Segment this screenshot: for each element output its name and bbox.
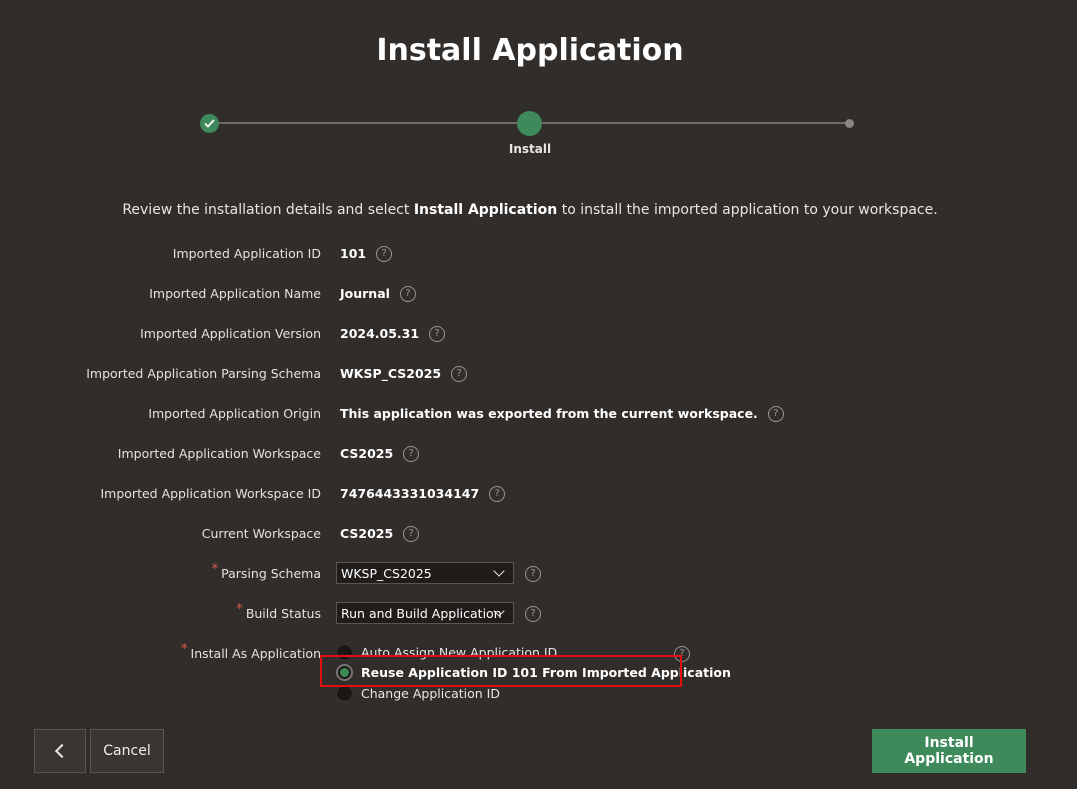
parsing-schema-select[interactable]: WKSP_CS2025: [336, 562, 514, 584]
select-value: WKSP_CS2025: [341, 566, 432, 581]
wizard-step-next: [845, 119, 854, 128]
field-value: 7476443331034147?: [340, 485, 506, 503]
field-value: 2024.05.31?: [340, 325, 446, 343]
field-value: Journal?: [340, 285, 416, 303]
check-icon: [200, 114, 219, 133]
help-icon[interactable]: ?: [767, 405, 784, 422]
page-title: Install Application: [376, 33, 684, 68]
help-icon[interactable]: ?: [403, 445, 420, 462]
highlight-box: [320, 655, 682, 687]
help-icon[interactable]: ?: [403, 525, 420, 542]
help-icon[interactable]: ?: [525, 566, 541, 582]
radio-option-change-id[interactable]: Change Application ID: [336, 684, 696, 704]
radio-button[interactable]: [336, 685, 353, 702]
detail-row: Imported Application Workspace ID 747644…: [0, 482, 1077, 506]
field-label: Imported Application Workspace ID: [100, 486, 321, 501]
help-icon[interactable]: ?: [376, 245, 393, 262]
detail-row: Imported Application Name Journal?: [0, 282, 1077, 306]
field-value: This application was exported from the c…: [340, 405, 784, 423]
cancel-button[interactable]: Cancel: [90, 729, 164, 773]
field-label: Imported Application Origin: [148, 406, 321, 421]
wizard-step-current: [517, 111, 542, 136]
select-value: Run and Build Application: [341, 606, 502, 621]
help-icon[interactable]: ?: [399, 285, 416, 302]
radio-label: Change Application ID: [361, 686, 500, 701]
help-icon[interactable]: ?: [525, 606, 541, 622]
help-icon[interactable]: ?: [451, 365, 468, 382]
field-label: Imported Application Workspace: [117, 446, 321, 461]
field-label: Imported Application Parsing Schema: [86, 366, 321, 381]
field-label: Current Workspace: [201, 526, 321, 541]
chevron-down-icon: [493, 565, 505, 577]
intro-text: Review the installation details and sele…: [122, 202, 938, 218]
build-status-select[interactable]: Run and Build Application: [336, 602, 514, 624]
required-marker: *: [181, 642, 188, 657]
intro-bold: Install Application: [413, 202, 558, 218]
chevron-left-icon: [54, 743, 70, 759]
required-marker: *: [211, 562, 219, 577]
wizard-progress: Install: [198, 110, 858, 160]
wizard-step-label: Install: [508, 142, 552, 156]
parsing-schema-row: * Parsing Schema WKSP_CS2025 ?: [0, 562, 1077, 586]
back-button[interactable]: [34, 729, 86, 773]
field-label: * Build Status: [236, 602, 321, 621]
field-value: CS2025?: [340, 525, 420, 543]
install-application-button[interactable]: Install Application: [872, 729, 1026, 773]
field-label: Imported Application Version: [140, 326, 321, 341]
detail-row: Imported Application Parsing Schema WKSP…: [0, 362, 1077, 386]
help-icon[interactable]: ?: [429, 325, 446, 342]
detail-row: Imported Application ID 101?: [0, 242, 1077, 266]
field-label: Imported Application Name: [149, 286, 321, 301]
help-icon[interactable]: ?: [489, 485, 506, 502]
build-status-row: * Build Status Run and Build Application …: [0, 602, 1077, 626]
wizard-connector: [542, 122, 848, 124]
wizard-connector: [210, 122, 530, 124]
install-application-page: Install Application Install Review the i…: [0, 0, 1077, 789]
field-value: CS2025?: [340, 445, 420, 463]
detail-row: Imported Application Origin This applica…: [0, 402, 1077, 426]
field-label: Imported Application ID: [172, 246, 321, 261]
field-label: * Parsing Schema: [211, 562, 321, 581]
field-label: * Install As Application: [181, 642, 321, 661]
field-value: WKSP_CS2025?: [340, 365, 468, 383]
detail-row: Current Workspace CS2025?: [0, 522, 1077, 546]
detail-row: Imported Application Version 2024.05.31?: [0, 322, 1077, 346]
required-marker: *: [236, 602, 243, 617]
detail-row: Imported Application Workspace CS2025?: [0, 442, 1077, 466]
field-value: 101?: [340, 245, 393, 263]
